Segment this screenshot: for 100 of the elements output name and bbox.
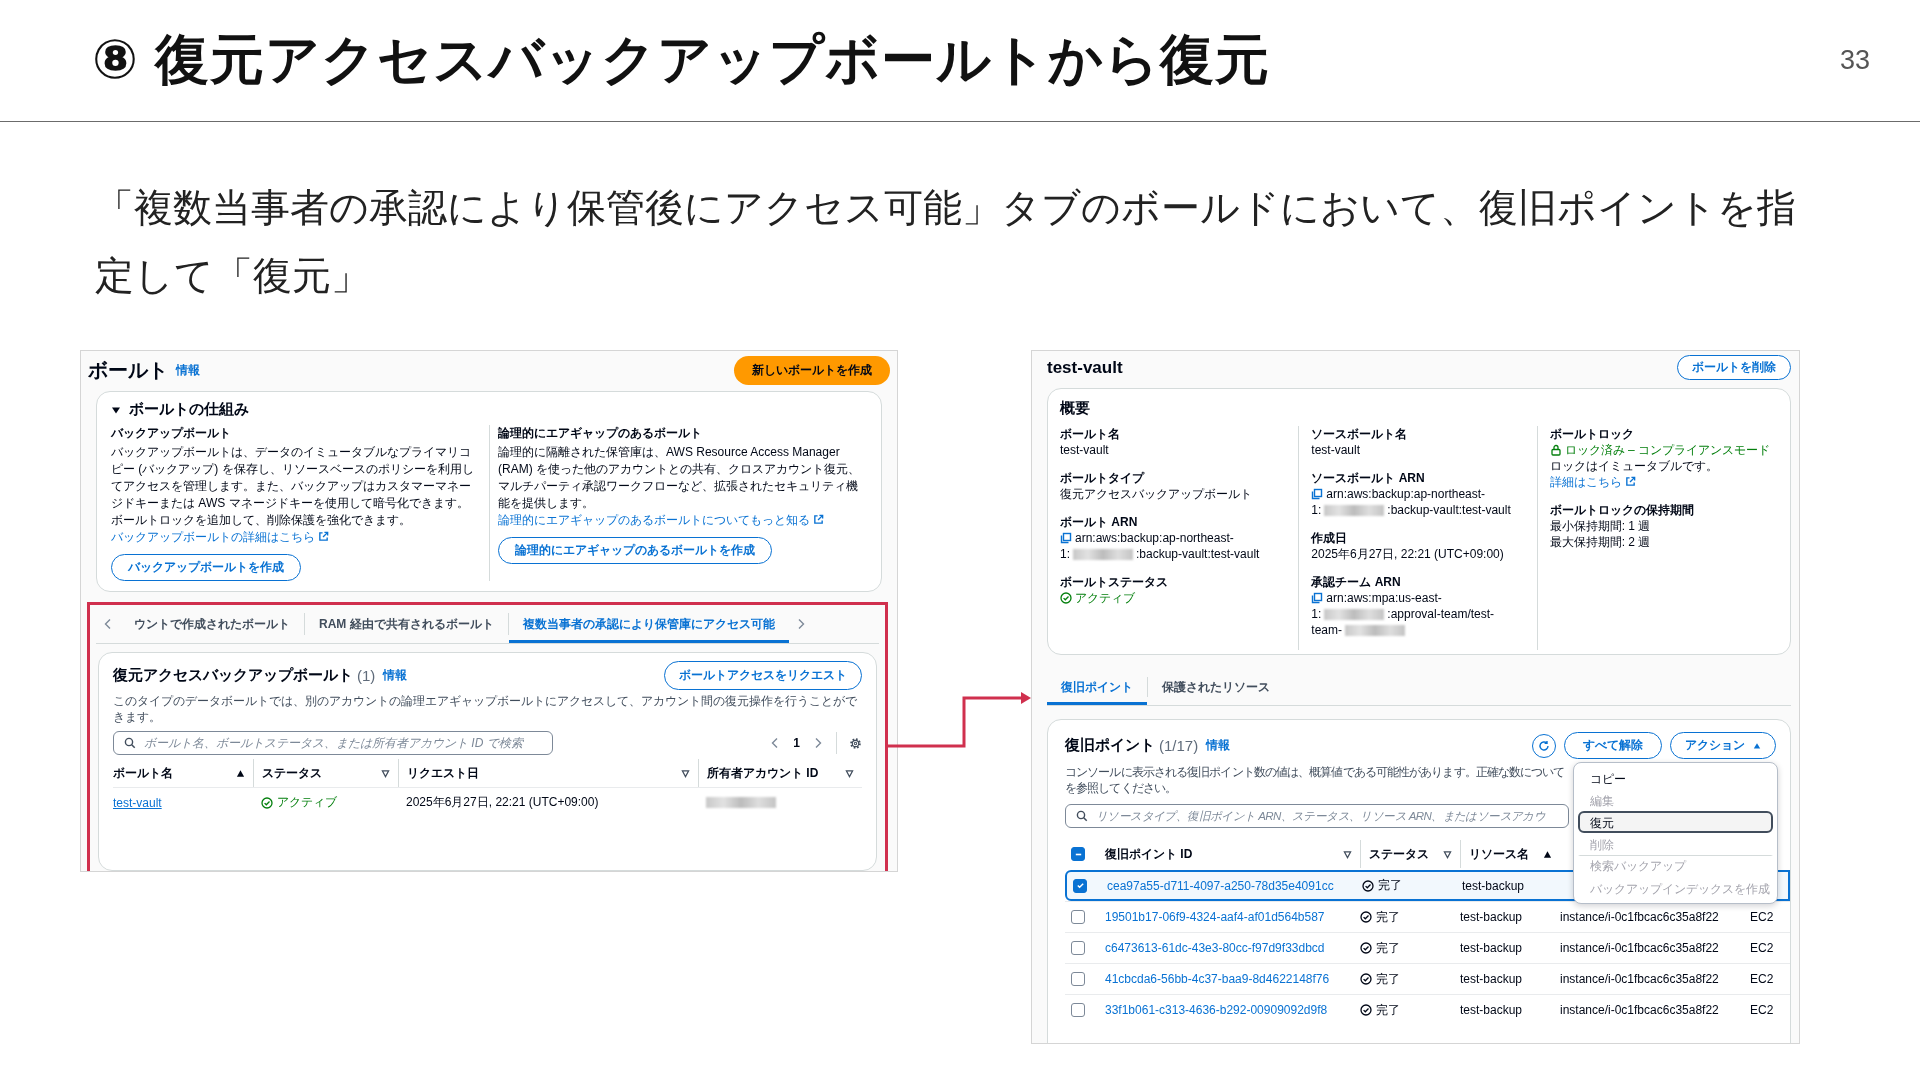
- sort-icon[interactable]: [381, 768, 390, 778]
- table-cell: test-backup: [1460, 941, 1523, 955]
- table-cell: 2025年6月27日, 22:21 (UTC+09:00): [406, 794, 599, 811]
- check-circle-icon: [1360, 911, 1372, 923]
- arn-text: arn:aws:backup:ap-northeast-: [1326, 486, 1486, 502]
- tab[interactable]: 複数当事者の承認により保管庫にアクセス可能: [508, 605, 789, 643]
- description-text: コンソールに表示される復旧ポイント数の値は、概算値である可能性があります。正確な数について: [1065, 765, 1565, 780]
- row-checkbox[interactable]: [1073, 878, 1087, 893]
- arn-text: :backup-vault:test-vault: [1387, 502, 1511, 518]
- tab[interactable]: 復旧ポイント: [1047, 669, 1147, 705]
- row-checkbox[interactable]: [1071, 941, 1085, 955]
- field-label: ボールトロック: [1549, 426, 1635, 442]
- row-checkbox[interactable]: [1071, 972, 1085, 986]
- learn-more-link[interactable]: バックアップボールトの詳細はこちら: [111, 530, 330, 544]
- copy-icon[interactable]: [1311, 592, 1324, 604]
- status-text: 完了: [1378, 877, 1402, 894]
- status-text: 完了: [1376, 939, 1400, 957]
- menu-item[interactable]: コピー: [1578, 767, 1773, 789]
- column-header[interactable]: リソース名: [1469, 845, 1529, 863]
- sort-icon[interactable]: [1343, 849, 1352, 859]
- column-heading: バックアップボールト: [111, 425, 231, 442]
- column-header[interactable]: ボールト名: [113, 764, 173, 782]
- status-text: 完了: [1376, 970, 1400, 988]
- field-value: 最小保持期間: 1 週: [1549, 518, 1652, 534]
- refresh-button[interactable]: [1532, 733, 1556, 758]
- sort-icon[interactable]: [1443, 849, 1452, 859]
- column-header[interactable]: 所有者アカウント ID: [707, 764, 819, 782]
- page-number: 33: [1839, 45, 1870, 76]
- settings-icon[interactable]: [849, 736, 862, 750]
- learn-more-link[interactable]: 論理的にエアギャップのあるボールトについてもっと知る: [498, 513, 825, 527]
- request-access-button[interactable]: ボールトアクセスをリクエスト: [664, 661, 862, 690]
- table-cell: test-backup: [1460, 910, 1523, 924]
- recovery-point-link[interactable]: 33f1b061-c313-4636-b292-00909092d9f8: [1105, 1003, 1328, 1017]
- description-text: を参照してください。: [1065, 781, 1176, 796]
- arn-text: :approval-team/test-: [1387, 606, 1495, 622]
- field-value: 2025年6月27日, 22:21 (UTC+09:00): [1311, 546, 1505, 562]
- description-text: バックアップボールトは、データのイミュータブルなプライマリコピー (バックアップ) を保存し、リソースベースのポリシーを利用してアクセスを管理します。また、バックアップはカスタマーマネージドキーまたは AWS マネージドキーを使用して暗号化できます。ボールトロックを追加して、削除保護を強化できます。 バックアップボールトの詳細はこちら: [111, 444, 475, 546]
- arn-text: 1:: [1311, 502, 1322, 518]
- item-count: (1): [357, 667, 376, 684]
- actions-button[interactable]: アクション: [1670, 732, 1776, 759]
- vault-link[interactable]: test-vault: [113, 795, 162, 810]
- sort-ascending-icon[interactable]: [1543, 849, 1552, 859]
- delete-vault-button[interactable]: ボールトを削除: [1677, 355, 1791, 380]
- info-link[interactable]: 情報: [383, 667, 408, 684]
- search-icon: [1076, 810, 1088, 822]
- row-checkbox[interactable]: [1071, 910, 1085, 924]
- select-all-checkbox[interactable]: [1071, 847, 1085, 861]
- table-cell: EC2: [1750, 910, 1774, 924]
- check-circle-icon: [1360, 1004, 1372, 1016]
- tab[interactable]: 保護されたリソース: [1147, 677, 1284, 697]
- info-link[interactable]: 情報: [176, 362, 200, 379]
- clear-all-button[interactable]: すべて解除: [1564, 732, 1662, 759]
- column-header[interactable]: ステータス: [1369, 845, 1429, 863]
- learn-more-link[interactable]: 詳細はこちら: [1549, 474, 1636, 490]
- field-label: 承認チーム ARN: [1311, 574, 1402, 590]
- recovery-point-link[interactable]: c6473613-61dc-43e3-80cc-f97d9f33dbcd: [1105, 941, 1325, 955]
- field-value: 最大保持期間: 2 週: [1549, 534, 1652, 550]
- info-link[interactable]: 情報: [1206, 737, 1231, 754]
- status-text: アクティブ: [277, 794, 337, 811]
- table-cell: EC2: [1750, 941, 1774, 955]
- menu-item[interactable]: 復元: [1578, 811, 1773, 833]
- tab[interactable]: ウントで作成されたボールト: [120, 613, 305, 635]
- recovery-point-link[interactable]: cea97a55-d711-4097-a250-78d35e4091cc: [1107, 878, 1334, 893]
- copy-icon[interactable]: [1311, 488, 1324, 500]
- table-cell: instance/i-0c1fbcac6c35a8f22: [1560, 941, 1719, 955]
- external-link-icon: [813, 514, 825, 525]
- field-label: ボールト ARN: [1060, 514, 1139, 530]
- field-value: test-vault: [1060, 442, 1110, 458]
- tab[interactable]: RAM 経由で共有されるボールト: [305, 613, 509, 635]
- refresh-icon: [1538, 739, 1550, 752]
- column-header[interactable]: リクエスト日: [407, 764, 479, 782]
- sort-ascending-icon[interactable]: [236, 768, 245, 778]
- arn-text: arn:aws:backup:ap-northeast-: [1075, 530, 1234, 546]
- arn-text: 1:: [1311, 606, 1322, 622]
- item-count: (1/17): [1159, 737, 1199, 754]
- panel-title: 復元アクセスバックアップボールト: [113, 666, 353, 685]
- column-header[interactable]: ステータス: [262, 764, 322, 782]
- page-number[interactable]: 1: [793, 736, 800, 750]
- create-button[interactable]: 論理的にエアギャップのあるボールトを作成: [498, 537, 772, 564]
- copy-icon[interactable]: [1060, 532, 1072, 544]
- column-header[interactable]: 復旧ポイント ID: [1105, 845, 1193, 863]
- sort-icon[interactable]: [845, 768, 854, 778]
- create-button[interactable]: バックアップボールトを作成: [111, 554, 301, 581]
- check-circle-icon: [1360, 942, 1372, 954]
- table-cell: test-backup: [1460, 1003, 1523, 1017]
- check-circle-icon: [261, 796, 273, 809]
- description-text: このタイプのデータボールトでは、別のアカウントの論理エアギャップボールトにアクセスして、アカウント間の復元操作を行うことができます。: [113, 693, 858, 725]
- recovery-point-link[interactable]: 19501b17-06f9-4324-aaf4-af01d564b587: [1105, 910, 1325, 924]
- arn-text: team-: [1311, 622, 1342, 638]
- section-title: 概要: [1060, 399, 1091, 418]
- field-value: 復元アクセスバックアップボールト: [1060, 486, 1253, 502]
- recovery-point-link[interactable]: 41cbcda6-56bb-4c37-baa9-8d4622148f76: [1105, 972, 1330, 986]
- field-label: ボールト名: [1060, 426, 1121, 442]
- body-text: 「複数当事者の承認により保管後にアクセス可能」タブのボールドにおいて、復旧ポイントを指定して「復元」: [95, 185, 1797, 299]
- sort-icon[interactable]: [681, 768, 690, 778]
- search-field[interactable]: リソースタイプ、復旧ポイント ARN、ステータス、リソース ARN、またはソースアカウ: [1065, 804, 1569, 828]
- create-vault-button[interactable]: 新しいボールトを作成: [734, 356, 890, 385]
- search-field[interactable]: ボールト名、ボールトステータス、または所有者アカウント ID で検索: [113, 731, 553, 755]
- panel-title: 復旧ポイント: [1065, 736, 1155, 755]
- row-checkbox[interactable]: [1071, 1003, 1085, 1017]
